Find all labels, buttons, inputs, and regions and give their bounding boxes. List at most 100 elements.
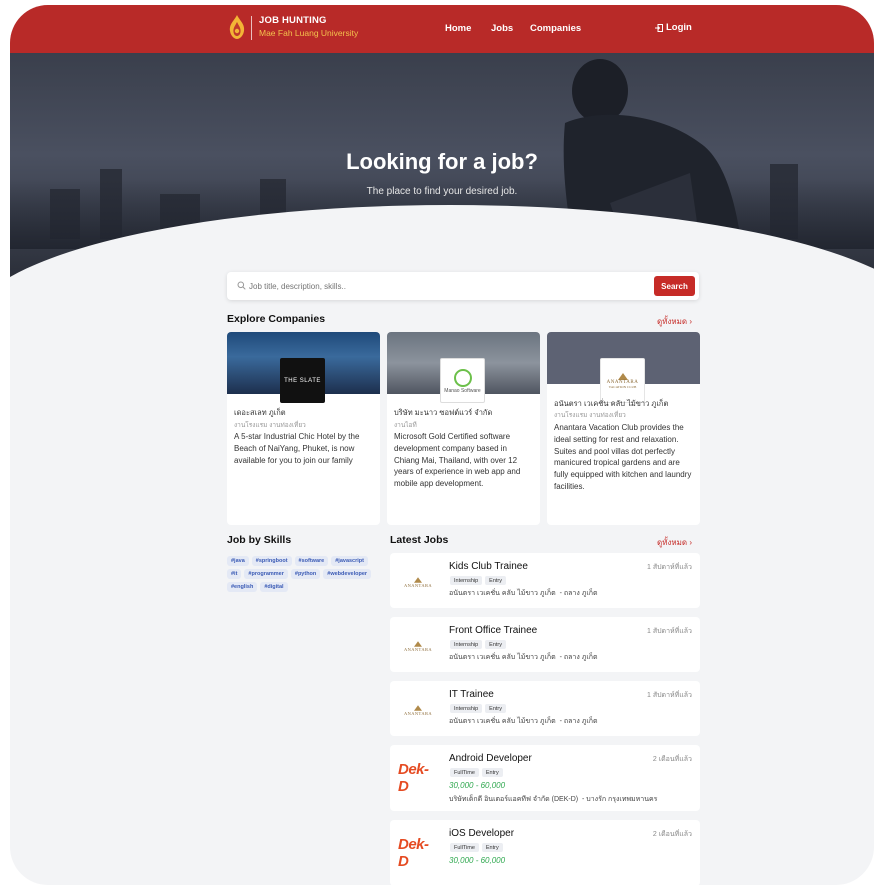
job-salary: 30,000 - 60,000 [449,856,506,865]
job-company-logo: ANANTARA [398,562,438,602]
company-description: Microsoft Gold Certified software develo… [394,432,521,489]
company-logo-text: THE SLATE [284,377,321,384]
job-posted-time: 1 สัปดาห์ที่แล้ว [647,564,692,571]
company-name: เดอะสเลท ภูเก็ต [234,408,286,417]
skill-tag[interactable]: #english [227,582,258,592]
job-company-logo: ANANTARA [398,690,438,730]
company-name: อนันตรา เวเคชั่น คลับ ไม้ขาว ภูเก็ต [554,399,669,408]
job-card[interactable]: Dek-D iOS Developer 2 เดือนที่แล้ว FullT… [390,820,700,885]
job-posted-time: 1 สัปดาห์ที่แล้ว [647,692,692,699]
job-type-tag: Internship [450,640,483,649]
nav-home-link[interactable]: Home [445,23,471,34]
job-company-logo: ANANTARA [398,626,438,666]
latest-jobs-see-all-link[interactable]: ดูทั้งหมด › [657,536,692,549]
job-company-name: บริษัทเด็กดี อินเตอร์แอคทีฟ จำกัด (DEK-D… [449,796,579,803]
skill-tag[interactable]: #programmer [244,569,288,579]
job-title[interactable]: Android Developer [449,753,532,764]
job-location: บางรัก กรุงเทพมหานคร [586,796,658,803]
manao-leaf-icon [453,368,472,387]
anantara-emblem-icon [617,372,628,380]
job-posted-time: 1 สัปดาห์ที่แล้ว [647,628,692,635]
skill-tag[interactable]: #java [227,556,249,566]
job-tags: Internship Entry [450,704,506,713]
company-card[interactable]: ANANTARA VACATION CLUB อนันตรา เวเคชั่น … [547,332,700,525]
login-icon [655,23,663,32]
company-logo: THE SLATE [280,358,325,403]
company-card[interactable]: THE SLATE เดอะสเลท ภูเก็ต งานโรงแรม งานท… [227,332,380,525]
job-posted-time: 2 เดือนที่แล้ว [652,756,692,763]
job-title[interactable]: IT Trainee [449,689,494,700]
job-tags: FullTime Entry [450,843,503,852]
job-company-logo: Dek-D [398,758,438,798]
job-company-logo: Dek-D [398,833,438,873]
nav-companies-link[interactable]: Companies [530,23,581,34]
job-logo-text: ANANTARA [403,710,433,716]
search-button[interactable]: Search [654,276,695,296]
job-tags: Internship Entry [450,576,506,585]
navbar: JOB HUNTING Mae Fah Luang University Hom… [10,5,874,53]
job-location: ถลาง ภูเก็ต [563,590,598,597]
skill-tag[interactable]: #springboot [251,556,292,566]
job-logo-text: ANANTARA [403,646,433,652]
company-logo: ANANTARA VACATION CLUB [600,358,645,403]
company-description: Anantara Vacation Club provides the idea… [554,423,692,491]
job-card[interactable]: ANANTARA IT Trainee 1 สัปดาห์ที่แล้ว Int… [390,681,700,736]
skill-tag[interactable]: #digital [260,582,288,592]
company-description: A 5-star Industrial Chic Hotel by the Be… [234,432,360,465]
brand-subtitle: Mae Fah Luang University [259,28,359,38]
app-frame: JOB HUNTING Mae Fah Luang University Hom… [10,5,874,885]
job-type-tag: FullTime [450,768,479,777]
job-logo-text: ANANTARA [403,582,433,588]
job-card[interactable]: Dek-D Android Developer 2 เดือนที่แล้ว F… [390,745,700,811]
company-logo: Manao Software [440,358,485,403]
skill-tag[interactable]: #python [290,569,321,579]
job-level-tag: Entry [485,640,506,649]
login-button[interactable]: Login [655,22,692,33]
latest-jobs-title: Latest Jobs [390,534,449,546]
chevron-right-icon: › [689,538,693,547]
university-flame-logo-icon[interactable] [228,14,246,40]
job-salary: 30,000 - 60,000 [449,781,506,790]
job-type-tag: Internship [450,576,483,585]
job-type-tag: FullTime [450,843,479,852]
chevron-right-icon: › [689,317,693,326]
skill-tag[interactable]: #it [227,569,242,579]
nav-jobs-link[interactable]: Jobs [491,23,513,34]
brand-title[interactable]: JOB HUNTING [259,15,327,26]
job-company-name: อนันตรา เวเคชั่น คลับ ไม้ขาว ภูเก็ต [449,718,556,725]
search-icon [237,281,246,290]
skill-tag[interactable]: #software [294,556,329,566]
job-search-bar: Search [227,272,699,300]
job-title[interactable]: Front Office Trainee [449,625,537,636]
job-tags: FullTime Entry [450,768,503,777]
job-title[interactable]: Kids Club Trainee [449,561,528,572]
dekd-logo-icon: Dek-D [398,836,429,870]
job-company-name: อนันตรา เวเคชั่น คลับ ไม้ขาว ภูเก็ต [449,590,556,597]
explore-see-all-link[interactable]: ดูทั้งหมด › [657,315,692,328]
job-level-tag: Entry [481,768,503,777]
job-card[interactable]: ANANTARA Front Office Trainee 1 สัปดาห์ท… [390,617,700,672]
job-posted-time: 2 เดือนที่แล้ว [652,831,692,838]
dekd-logo-icon: Dek-D [398,761,429,795]
job-company-location: อนันตรา เวเคชั่น คลับ ไม้ขาว ภูเก็ต - ถล… [449,654,598,661]
company-logo-subtext: VACATION CLUB [608,384,637,389]
job-title[interactable]: iOS Developer [449,828,514,839]
explore-companies-title: Explore Companies [227,313,326,325]
job-level-tag: Entry [481,843,503,852]
job-location: ถลาง ภูเก็ต [563,718,598,725]
job-company-location: อนันตรา เวเคชั่น คลับ ไม้ขาว ภูเก็ต - ถล… [449,718,598,725]
job-tags: Internship Entry [450,640,506,649]
hero-title: Looking for a job? [346,149,538,174]
skill-tag-list: #java #springboot #software #javascript … [227,556,377,592]
company-name: บริษัท มะนาว ซอฟต์แวร์ จำกัด [394,408,493,417]
skill-tag[interactable]: #javascript [331,556,368,566]
job-card[interactable]: ANANTARA Kids Club Trainee 1 สัปดาห์ที่แ… [390,553,700,608]
see-all-label: ดูทั้งหมด [657,538,688,547]
skill-tag[interactable]: #webdeveloper [323,569,372,579]
company-card[interactable]: Manao Software บริษัท มะนาว ซอฟต์แวร์ จำ… [387,332,540,525]
hero-subtitle: The place to find your desired job. [366,186,518,197]
job-by-skills-title: Job by Skills [227,534,292,546]
company-logo-text: Manao Software [444,387,481,394]
login-label: Login [666,22,692,33]
job-search-input[interactable] [249,276,629,296]
